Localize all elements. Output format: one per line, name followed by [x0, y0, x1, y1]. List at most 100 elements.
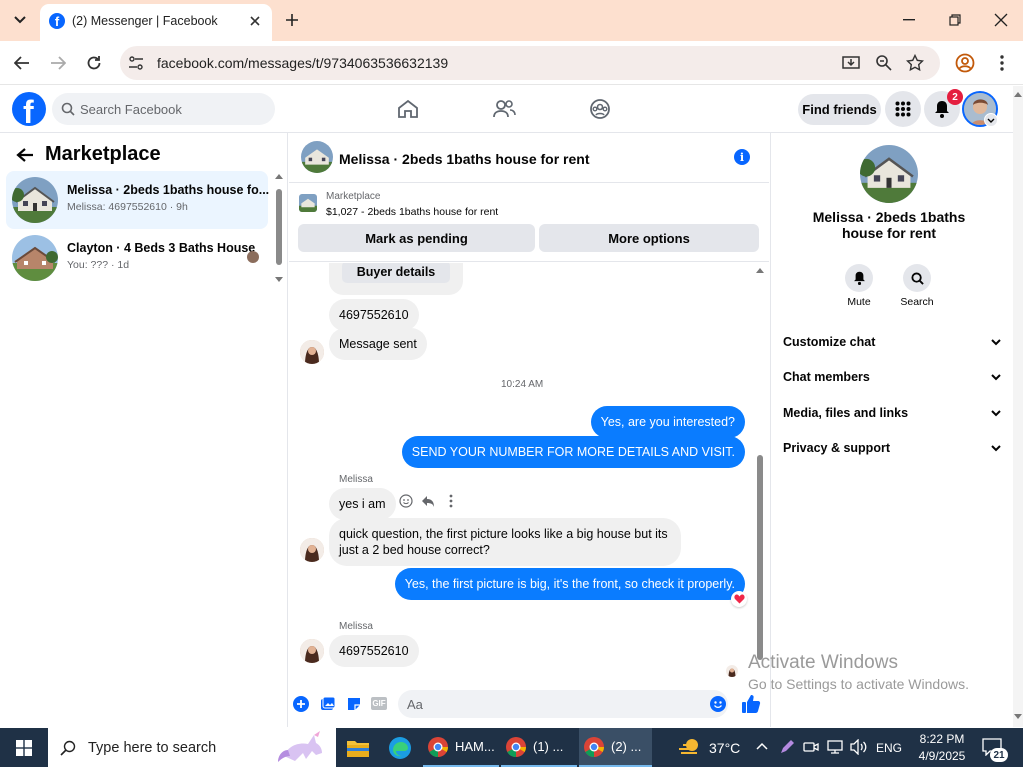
info-title: Melissa · 2beds 1baths house for rent: [791, 209, 987, 241]
media-files-links-row[interactable]: Media, files and links: [783, 402, 1001, 424]
more-options-button[interactable]: More options: [539, 224, 759, 252]
mute-button[interactable]: Mute: [841, 264, 877, 308]
start-button[interactable]: [0, 728, 48, 767]
chat-info-pane: Melissa · 2beds 1baths house for rent Mu…: [770, 133, 1013, 727]
new-tab-icon[interactable]: [278, 6, 306, 34]
meet-now-icon[interactable]: [803, 739, 819, 755]
taskbar-chrome-app-2[interactable]: (1) ...: [501, 728, 577, 767]
friends-icon[interactable]: [492, 99, 516, 119]
language-indicator[interactable]: ENG: [876, 741, 902, 755]
file-explorer-icon[interactable]: [346, 738, 370, 758]
message-incoming[interactable]: 4697552610: [329, 299, 419, 331]
notification-count: 21: [993, 749, 1005, 761]
read-receipt-avatar: [726, 665, 738, 677]
profile-icon[interactable]: [951, 49, 979, 77]
message-outgoing[interactable]: SEND YOUR NUMBER FOR MORE DETAILS AND VI…: [401, 436, 745, 468]
info-icon[interactable]: i: [734, 149, 750, 165]
weather-icon[interactable]: [678, 737, 702, 757]
melissa-avatar[interactable]: [300, 639, 324, 663]
taskbar-chrome-app-3[interactable]: (2) ...: [579, 728, 652, 767]
emoji-icon[interactable]: [710, 696, 726, 712]
find-friends-button[interactable]: Find friends: [798, 94, 881, 125]
zoom-icon[interactable]: [875, 54, 893, 72]
conversation-name: Melissa · 2beds 1baths house fo...: [67, 183, 270, 197]
message-incoming[interactable]: yes i am: [329, 488, 396, 520]
conversation-preview: Melissa: 4697552610 · 9h: [67, 201, 188, 213]
message-incoming[interactable]: 4697552610: [329, 635, 419, 667]
message-text: SEND YOUR NUMBER FOR MORE DETAILS AND VI…: [411, 445, 735, 459]
message-outgoing[interactable]: Yes, the first picture is big, it's the …: [394, 568, 745, 600]
browser-tab-strip: f (2) Messenger | Facebook: [0, 0, 1023, 41]
message-incoming[interactable]: quick question, the first picture looks …: [329, 518, 681, 566]
more-options-label: More options: [608, 230, 690, 246]
facebook-search-field[interactable]: Search Facebook: [52, 93, 275, 125]
taskbar-chrome-app-1[interactable]: HAM...: [423, 728, 499, 767]
message-text: Message sent: [339, 337, 417, 351]
taskbar-search-box[interactable]: Type here to search: [48, 728, 336, 767]
browser-tab-messenger[interactable]: f (2) Messenger | Facebook: [40, 4, 272, 41]
message-incoming[interactable]: Message sent: [329, 328, 427, 360]
conversation-item-melissa[interactable]: Melissa · 2beds 1baths house fo... Melis…: [6, 171, 270, 229]
chat-members-row[interactable]: Chat members: [783, 366, 1001, 388]
weather-temp[interactable]: 37°C: [709, 740, 740, 756]
thumbs-up-icon[interactable]: [741, 694, 761, 714]
app3-label: (2) ...: [611, 739, 642, 754]
install-app-icon[interactable]: [842, 54, 860, 72]
home-icon[interactable]: [397, 99, 419, 119]
chat-listing-avatar[interactable]: [301, 141, 333, 173]
conversation-item-clayton[interactable]: Clayton · 4 Beds 3 Baths House You: ??? …: [6, 229, 268, 287]
pen-icon[interactable]: [779, 739, 795, 755]
customize-chat-row[interactable]: Customize chat: [783, 331, 1001, 353]
melissa-avatar[interactable]: [300, 340, 324, 364]
tab-search-dropdown-icon[interactable]: [6, 6, 34, 34]
left-scrollbar[interactable]: [274, 173, 284, 285]
search-chat-button[interactable]: Search: [897, 264, 937, 308]
chat-title[interactable]: Melissa · 2beds 1baths house for rent: [339, 151, 590, 167]
reply-icon[interactable]: [421, 494, 435, 508]
volume-icon[interactable]: [850, 739, 868, 755]
page-scrollbar[interactable]: [1013, 86, 1023, 727]
thread-scrollbar[interactable]: [755, 265, 765, 675]
message-outgoing[interactable]: Yes, are you interested?: [590, 406, 745, 438]
restore-icon[interactable]: [941, 6, 969, 34]
groups-icon[interactable]: [589, 98, 611, 120]
back-icon[interactable]: [8, 49, 36, 77]
info-listing-photo[interactable]: [860, 145, 918, 203]
marketplace-inbox-pane: Marketplace Melissa · 2beds 1baths house…: [0, 133, 288, 727]
account-chevron-icon[interactable]: [984, 113, 998, 127]
privacy-support-row[interactable]: Privacy & support: [783, 437, 1001, 459]
minimize-icon[interactable]: [895, 6, 923, 34]
heart-reaction-icon[interactable]: [731, 591, 747, 607]
react-icon[interactable]: [399, 494, 413, 508]
message-input[interactable]: Aa: [398, 690, 728, 718]
network-icon[interactable]: [827, 739, 843, 755]
menu-button[interactable]: [885, 91, 921, 127]
gif-icon[interactable]: GIF: [371, 697, 387, 710]
address-bar[interactable]: facebook.com/messages/t/9734063536632139: [120, 46, 940, 80]
forward-icon[interactable]: [44, 49, 72, 77]
show-hidden-icons-chevron-icon[interactable]: [756, 742, 768, 750]
listing-small-thumb[interactable]: [299, 194, 317, 212]
site-info-icon[interactable]: [128, 55, 144, 71]
windows-taskbar: Type here to search HAM... (1) ... (2) .…: [0, 728, 1023, 767]
sender-name: Melissa: [339, 474, 373, 485]
melissa-avatar[interactable]: [300, 538, 324, 562]
photo-icon[interactable]: [320, 696, 336, 712]
sticker-icon[interactable]: [346, 696, 362, 712]
reload-icon[interactable]: [80, 49, 108, 77]
back-arrow-icon[interactable]: [16, 147, 34, 163]
close-tab-icon[interactable]: [246, 12, 264, 30]
plus-icon[interactable]: [293, 696, 309, 712]
buyer-details-button[interactable]: Buyer details: [342, 263, 450, 283]
bookmark-star-icon[interactable]: [906, 54, 924, 72]
browser-menu-icon[interactable]: [988, 49, 1016, 77]
close-window-icon[interactable]: [987, 6, 1015, 34]
more-actions-icon[interactable]: [449, 494, 453, 508]
mark-as-pending-button[interactable]: Mark as pending: [298, 224, 535, 252]
edge-icon[interactable]: [388, 736, 412, 760]
composer: GIF Aa: [289, 688, 769, 720]
clock[interactable]: 8:22 PM 4/9/2025: [915, 731, 969, 765]
taskbar-search-placeholder: Type here to search: [88, 740, 217, 756]
facebook-logo-icon[interactable]: f: [12, 92, 46, 126]
listing-price[interactable]: $1,027 - 2beds 1baths house for rent: [326, 206, 498, 218]
